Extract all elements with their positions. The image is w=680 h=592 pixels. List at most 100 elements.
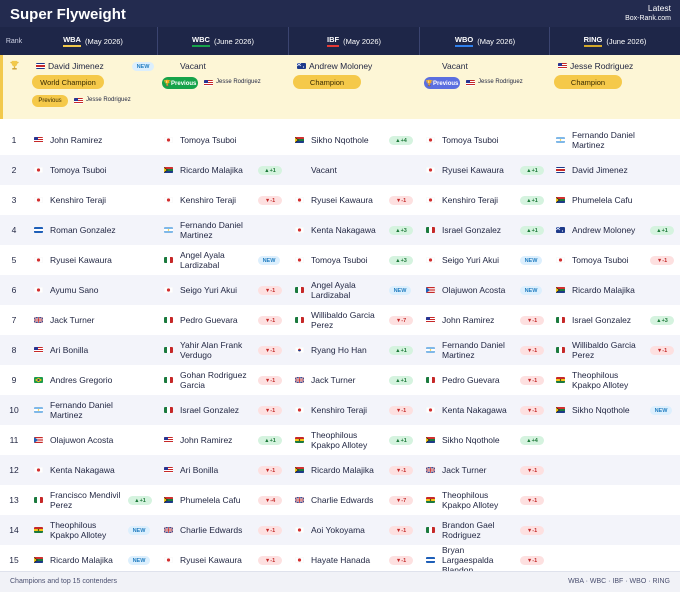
boxer-name[interactable]: Ryusei Kawaura xyxy=(311,195,373,205)
boxer-name[interactable]: Tomoya Tsuboi xyxy=(180,135,237,145)
boxer-name[interactable]: Jack Turner xyxy=(50,315,94,325)
boxer-name-line: Perez xyxy=(50,500,73,510)
boxer-name[interactable]: Charlie Edwards xyxy=(311,495,373,505)
boxer-name[interactable]: Ricardo Malajika xyxy=(50,555,113,565)
champion-name[interactable]: Andrew Moloney xyxy=(309,61,372,72)
org-header-wbc[interactable]: WBC (June 2026) xyxy=(158,27,288,55)
previous-champion-name[interactable]: Jesse Rodriguez xyxy=(216,79,261,85)
org-header-wbo[interactable]: WBO (May 2026) xyxy=(420,27,550,55)
boxer-name[interactable]: Israel Gonzalez xyxy=(180,405,239,415)
boxer-name[interactable]: Andres Gregorio xyxy=(50,375,112,385)
boxer-name[interactable]: Willibaldo Garcia Perez xyxy=(572,340,636,360)
boxer-name-line: Angel Ayala xyxy=(180,250,225,260)
boxer-name[interactable]: Ryusei Kawaura xyxy=(50,255,112,265)
boxer-name[interactable]: Francisco Mendivil Perez xyxy=(50,490,120,510)
boxer-name[interactable]: Sikho Nqothole xyxy=(442,435,500,445)
boxer-name[interactable]: Ryang Ho Han xyxy=(311,345,367,355)
boxer-name-line: Jack Turner xyxy=(50,315,95,325)
boxer-name[interactable]: Jack Turner xyxy=(311,375,355,385)
boxer-name[interactable]: Brandon Gael Rodriguez xyxy=(442,520,494,540)
champion-name[interactable]: Vacant xyxy=(442,61,468,72)
boxer-name[interactable]: Ryusei Kawaura xyxy=(180,555,242,565)
boxer-name[interactable]: John Ramirez xyxy=(442,315,494,325)
boxer-name[interactable]: Phumelela Cafu xyxy=(572,195,632,205)
boxer-name[interactable]: Israel Gonzalez xyxy=(442,225,501,235)
boxer-name[interactable]: Fernando Daniel Martinez xyxy=(50,400,113,420)
boxer-name[interactable]: Ricardo Malajika xyxy=(180,165,243,175)
boxer-name[interactable]: Angel Ayala Lardizabal xyxy=(311,280,356,300)
new-badge: NEW xyxy=(520,286,542,295)
boxer-name[interactable]: Jack Turner xyxy=(442,465,486,475)
boxer-name[interactable]: Theophilous Kpakpo Allotey xyxy=(311,430,367,450)
japan-flag-icon xyxy=(34,257,43,263)
boxer-name[interactable]: Angel Ayala Lardizabal xyxy=(180,250,225,270)
champion-name[interactable]: Vacant xyxy=(180,61,206,72)
boxer-name-line: Fernando Daniel xyxy=(50,400,113,410)
champion-title-pill: World Champion xyxy=(32,75,104,89)
boxer-name[interactable]: Aoi Yokoyama xyxy=(311,525,365,535)
boxer-name-line: John Ramirez xyxy=(50,135,103,145)
boxer-name[interactable]: Ayumu Sano xyxy=(50,285,99,295)
boxer-name[interactable]: Ari Bonilla xyxy=(180,465,218,475)
japan-flag-icon xyxy=(426,137,435,143)
boxer-name[interactable]: Seigo Yuri Akui xyxy=(442,255,499,265)
boxer-name[interactable]: Theophilous Kpakpo Allotey xyxy=(50,520,106,540)
rank-up-badge: ▲+1 xyxy=(650,226,674,235)
boxer-name[interactable]: Kenta Nakagawa xyxy=(442,405,507,415)
boxer-name[interactable]: Yahir Alan Frank Verdugo xyxy=(180,340,242,360)
boxer-name[interactable]: Tomoya Tsuboi xyxy=(311,255,368,265)
previous-champion-name[interactable]: Jesse Rodriguez xyxy=(86,97,131,103)
korea-flag-icon xyxy=(295,347,304,353)
boxer-name[interactable]: Ryusei Kawaura xyxy=(442,165,504,175)
boxer-name[interactable]: Hayate Hanada xyxy=(311,555,370,565)
boxer-name[interactable]: Kenshiro Teraji xyxy=(442,195,498,205)
boxer-name[interactable]: Kenta Nakagawa xyxy=(50,465,115,475)
boxer-name[interactable]: Sikho Nqothole xyxy=(572,405,630,415)
boxer-name[interactable]: Kenshiro Teraji xyxy=(311,405,367,415)
boxer-name[interactable]: Pedro Guevara xyxy=(180,315,238,325)
boxer-name[interactable]: Olajuwon Acosta xyxy=(442,285,505,295)
boxer-name[interactable]: Phumelela Cafu xyxy=(180,495,240,505)
boxer-name-line: Roman Gonzalez xyxy=(50,225,116,235)
boxer-name[interactable]: John Ramirez xyxy=(50,135,102,145)
boxer-name[interactable]: Roman Gonzalez xyxy=(50,225,116,235)
mexico-flag-icon xyxy=(34,497,43,503)
org-header-ibf[interactable]: IBF (May 2026) xyxy=(289,27,419,55)
boxer-name[interactable]: John Ramirez xyxy=(180,435,232,445)
boxer-name[interactable]: Olajuwon Acosta xyxy=(50,435,113,445)
japan-flag-icon xyxy=(295,557,304,563)
boxer-name[interactable]: Ari Bonilla xyxy=(50,345,88,355)
boxer-name[interactable]: Fernando Daniel Martinez xyxy=(180,220,243,240)
boxer-name[interactable]: Tomoya Tsuboi xyxy=(572,255,629,265)
boxer-name[interactable]: Andrew Moloney xyxy=(572,225,635,235)
boxer-name[interactable]: Willibaldo Garcia Perez xyxy=(311,310,375,330)
boxer-name[interactable]: Vacant xyxy=(311,165,337,175)
puerto-rico-flag-icon xyxy=(426,287,435,293)
boxer-name[interactable]: Ricardo Malajika xyxy=(572,285,635,295)
boxer-name[interactable]: Kenta Nakagawa xyxy=(311,225,376,235)
previous-champion-name[interactable]: Jesse Rodriguez xyxy=(478,79,523,85)
champion-name[interactable]: David Jimenez xyxy=(48,61,104,72)
boxer-name[interactable]: Seigo Yuri Akui xyxy=(180,285,237,295)
boxer-name[interactable]: Kenshiro Teraji xyxy=(180,195,236,205)
boxer-name[interactable]: Pedro Guevara xyxy=(442,375,500,385)
champion-name[interactable]: Jesse Rodriguez xyxy=(570,61,633,72)
boxer-name[interactable]: Theophilous Kpakpo Allotey xyxy=(442,490,498,510)
boxer-name[interactable]: Theophilous Kpakpo Allotey xyxy=(572,370,628,390)
boxer-name[interactable]: Fernando Daniel Martinez xyxy=(442,340,505,360)
boxer-name[interactable]: Kenshiro Teraji xyxy=(50,195,106,205)
boxer-name[interactable]: Ricardo Malajika xyxy=(311,465,374,475)
boxer-name[interactable]: Charlie Edwards xyxy=(180,525,242,535)
boxer-name[interactable]: Gohan Rodriguez Garcia xyxy=(180,370,247,390)
boxer-name[interactable]: Sikho Nqothole xyxy=(311,135,369,145)
org-header-wba[interactable]: WBA (May 2026) xyxy=(28,27,158,55)
boxer-name[interactable]: Tomoya Tsuboi xyxy=(442,135,499,145)
boxer-name-line: Perez xyxy=(311,320,334,330)
boxer-name[interactable]: Tomoya Tsuboi xyxy=(50,165,107,175)
org-header-ring[interactable]: RING (June 2026) xyxy=(550,27,680,55)
org-name: RING xyxy=(583,35,603,47)
boxer-name[interactable]: David Jimenez xyxy=(572,165,628,175)
boxer-name[interactable]: Fernando Daniel Martinez xyxy=(572,130,635,150)
boxer-name[interactable]: Israel Gonzalez xyxy=(572,315,631,325)
uk-flag-icon xyxy=(34,317,43,323)
